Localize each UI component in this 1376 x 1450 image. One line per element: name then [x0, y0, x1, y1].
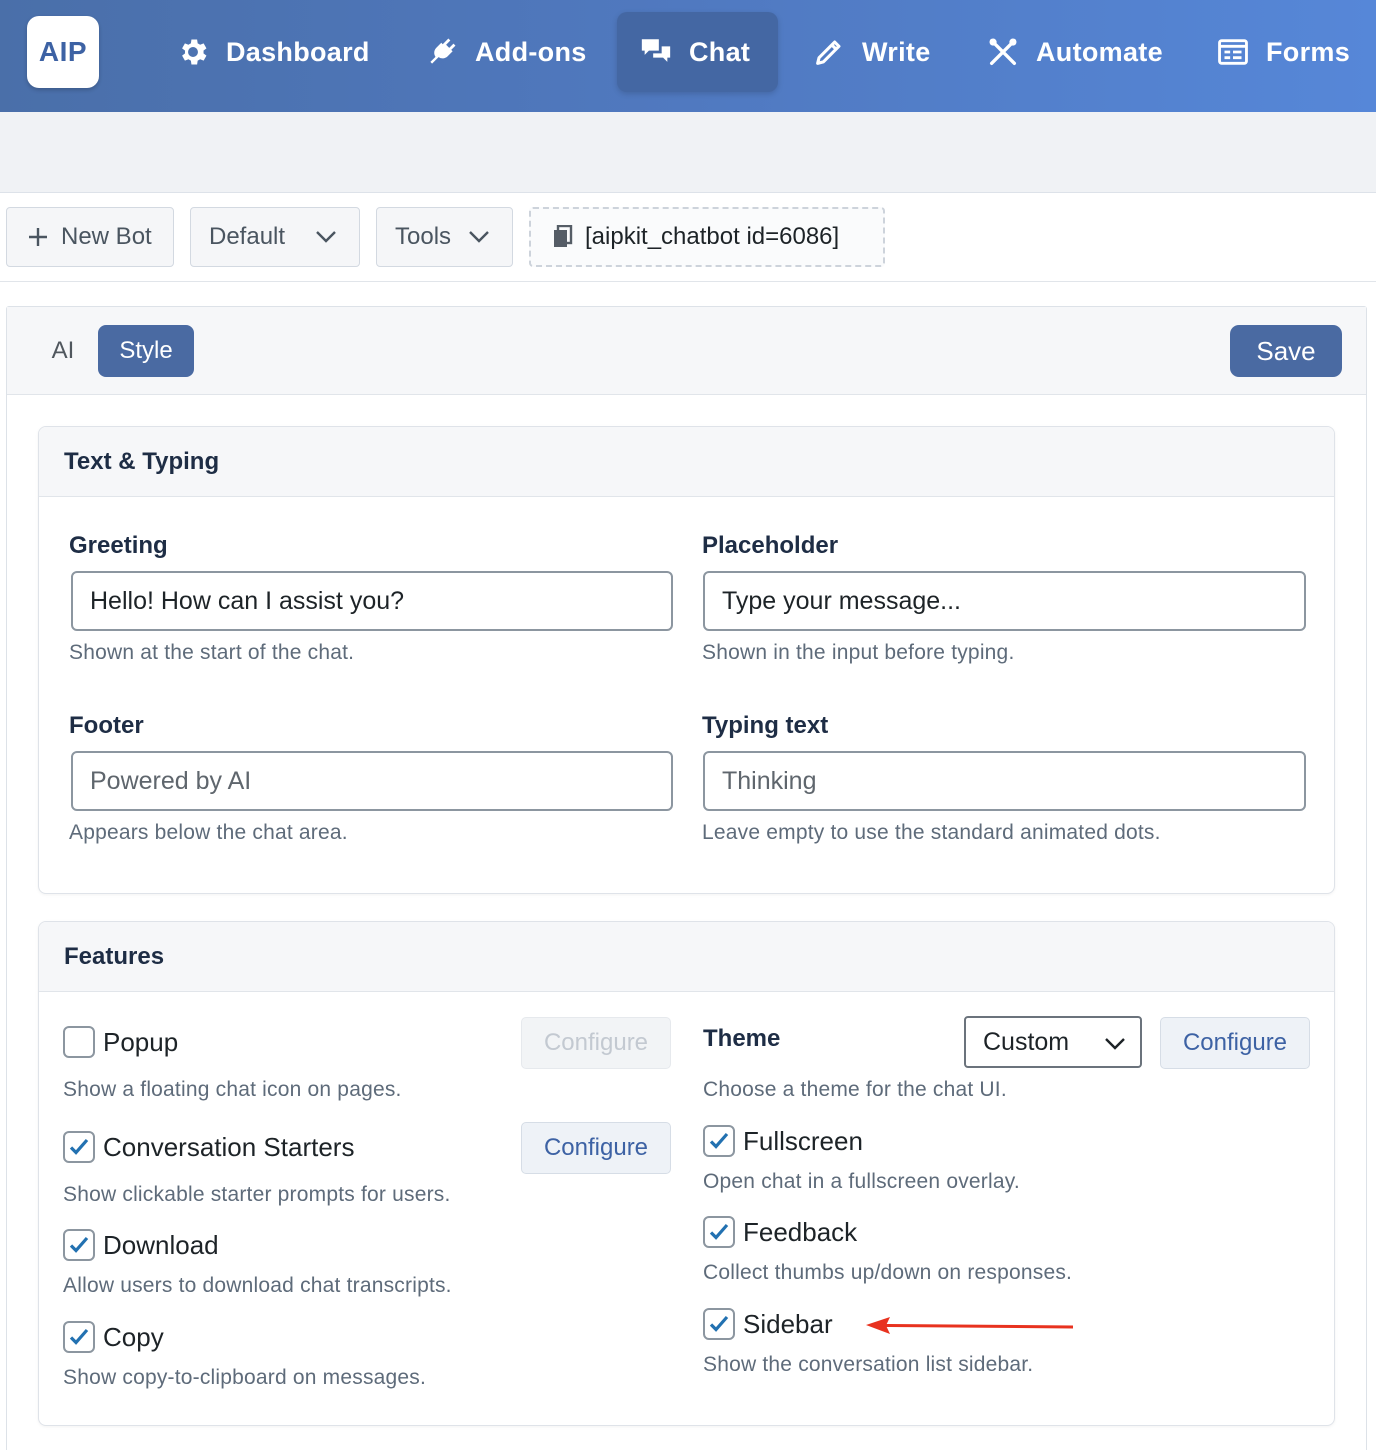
feedback-label: Feedback	[743, 1217, 858, 1247]
pencil-icon	[816, 40, 841, 65]
download-label: Download	[103, 1230, 219, 1260]
bot-select[interactable]: Default	[190, 207, 360, 267]
panel-header: AI Style Save	[7, 307, 1366, 395]
starters-label: Conversation Starters	[103, 1132, 355, 1162]
feedback-checkbox[interactable]	[703, 1216, 735, 1248]
theme-select[interactable]: Custom	[964, 1016, 1142, 1068]
greeting-label: Greeting	[69, 532, 168, 559]
checkmark-icon	[69, 1236, 89, 1253]
starters-checkbox[interactable]	[63, 1131, 95, 1163]
footer-input[interactable]	[71, 751, 673, 811]
save-button[interactable]: Save	[1230, 325, 1342, 377]
popup-label: Popup	[103, 1027, 179, 1057]
nav-automate[interactable]: Automate	[986, 12, 1163, 92]
footer-help: Appears below the chat area.	[69, 821, 348, 844]
typing-text-label: Typing text	[702, 712, 829, 739]
placeholder-input[interactable]	[703, 571, 1306, 631]
popup-help: Show a floating chat icon on pages.	[63, 1078, 402, 1101]
typing-text-help: Leave empty to use the standard animated…	[702, 821, 1161, 844]
starters-help: Show clickable starter prompts for users…	[63, 1183, 451, 1206]
theme-label: Theme	[703, 1025, 781, 1052]
tools-label: Tools	[395, 223, 452, 250]
nav-label: Dashboard	[226, 36, 370, 67]
shortcode-text: [aipkit_chatbot id=6086]	[585, 223, 840, 250]
nav-label: Forms	[1266, 36, 1351, 67]
sidebar-help: Show the conversation list sidebar.	[703, 1353, 1034, 1376]
tab-ai[interactable]: AI	[39, 325, 87, 377]
tools-dropdown[interactable]: Tools	[376, 207, 513, 267]
nav-write[interactable]: Write	[812, 12, 931, 92]
download-help: Allow users to download chat transcripts…	[63, 1274, 452, 1297]
chat-bubbles-icon	[641, 39, 671, 62]
footer-label: Footer	[69, 712, 144, 739]
copy-icon	[554, 225, 573, 247]
popup-configure-button[interactable]: Configure	[521, 1017, 671, 1069]
header-band	[0, 112, 1376, 193]
tools-icon	[989, 38, 1017, 66]
chevron-down-icon	[469, 231, 489, 243]
copy-label: Copy	[103, 1322, 164, 1352]
card-title: Text & Typing	[39, 427, 1334, 497]
checkmark-icon	[69, 1328, 89, 1345]
nav-dashboard[interactable]: Dashboard	[176, 12, 370, 92]
chevron-down-icon	[316, 231, 336, 243]
nav-forms[interactable]: Forms	[1216, 12, 1350, 92]
new-bot-button[interactable]: New Bot	[6, 207, 174, 267]
fullscreen-help: Open chat in a fullscreen overlay.	[703, 1170, 1020, 1193]
features-card: Features	[38, 921, 1335, 1426]
top-nav: AIP Dashboard Add-ons Chat Write Automat…	[0, 0, 1376, 112]
nav-label: Automate	[1036, 36, 1163, 67]
checkmark-icon	[709, 1315, 729, 1332]
greeting-help: Shown at the start of the chat.	[69, 641, 355, 664]
tab-style[interactable]: Style	[98, 325, 194, 377]
theme-help: Choose a theme for the chat UI.	[703, 1078, 1007, 1101]
typing-text-input[interactable]	[703, 751, 1306, 811]
popup-checkbox[interactable]	[63, 1026, 95, 1058]
fullscreen-checkbox[interactable]	[703, 1125, 735, 1157]
sidebar-label: Sidebar	[743, 1309, 833, 1339]
feedback-help: Collect thumbs up/down on responses.	[703, 1261, 1073, 1284]
nav-label: Chat	[689, 36, 751, 67]
nav-chat[interactable]: Chat	[617, 12, 778, 92]
nav-addons[interactable]: Add-ons	[425, 12, 587, 92]
placeholder-label: Placeholder	[702, 532, 839, 559]
nav-label: Add-ons	[475, 36, 587, 67]
form-icon	[1218, 39, 1248, 65]
nav-label: Write	[862, 36, 931, 67]
sidebar-checkbox[interactable]	[703, 1308, 735, 1340]
gear-icon	[182, 39, 207, 65]
chevron-down-icon	[1105, 1038, 1125, 1050]
card-title: Features	[39, 922, 1334, 992]
plus-icon	[29, 228, 47, 246]
plug-icon	[430, 38, 456, 64]
checkmark-icon	[709, 1223, 729, 1240]
greeting-input[interactable]	[71, 571, 673, 631]
theme-select-value: Custom	[983, 1027, 1070, 1056]
shortcode-copy[interactable]: [aipkit_chatbot id=6086]	[529, 207, 885, 267]
toolbar-divider	[0, 281, 1376, 282]
copy-help: Show copy-to-clipboard on messages.	[63, 1366, 427, 1389]
new-bot-label: New Bot	[61, 223, 152, 250]
theme-configure-button[interactable]: Configure	[1160, 1017, 1310, 1069]
app-logo[interactable]: AIP	[27, 16, 99, 88]
checkmark-icon	[69, 1138, 89, 1155]
placeholder-help: Shown in the input before typing.	[702, 641, 1015, 664]
download-checkbox[interactable]	[63, 1229, 95, 1261]
checkmark-icon	[709, 1132, 729, 1149]
copy-checkbox[interactable]	[63, 1321, 95, 1353]
fullscreen-label: Fullscreen	[743, 1126, 863, 1156]
annotation-arrow-icon	[866, 1317, 1074, 1334]
starters-configure-button[interactable]: Configure	[521, 1122, 671, 1174]
bot-select-value: Default	[209, 223, 286, 250]
